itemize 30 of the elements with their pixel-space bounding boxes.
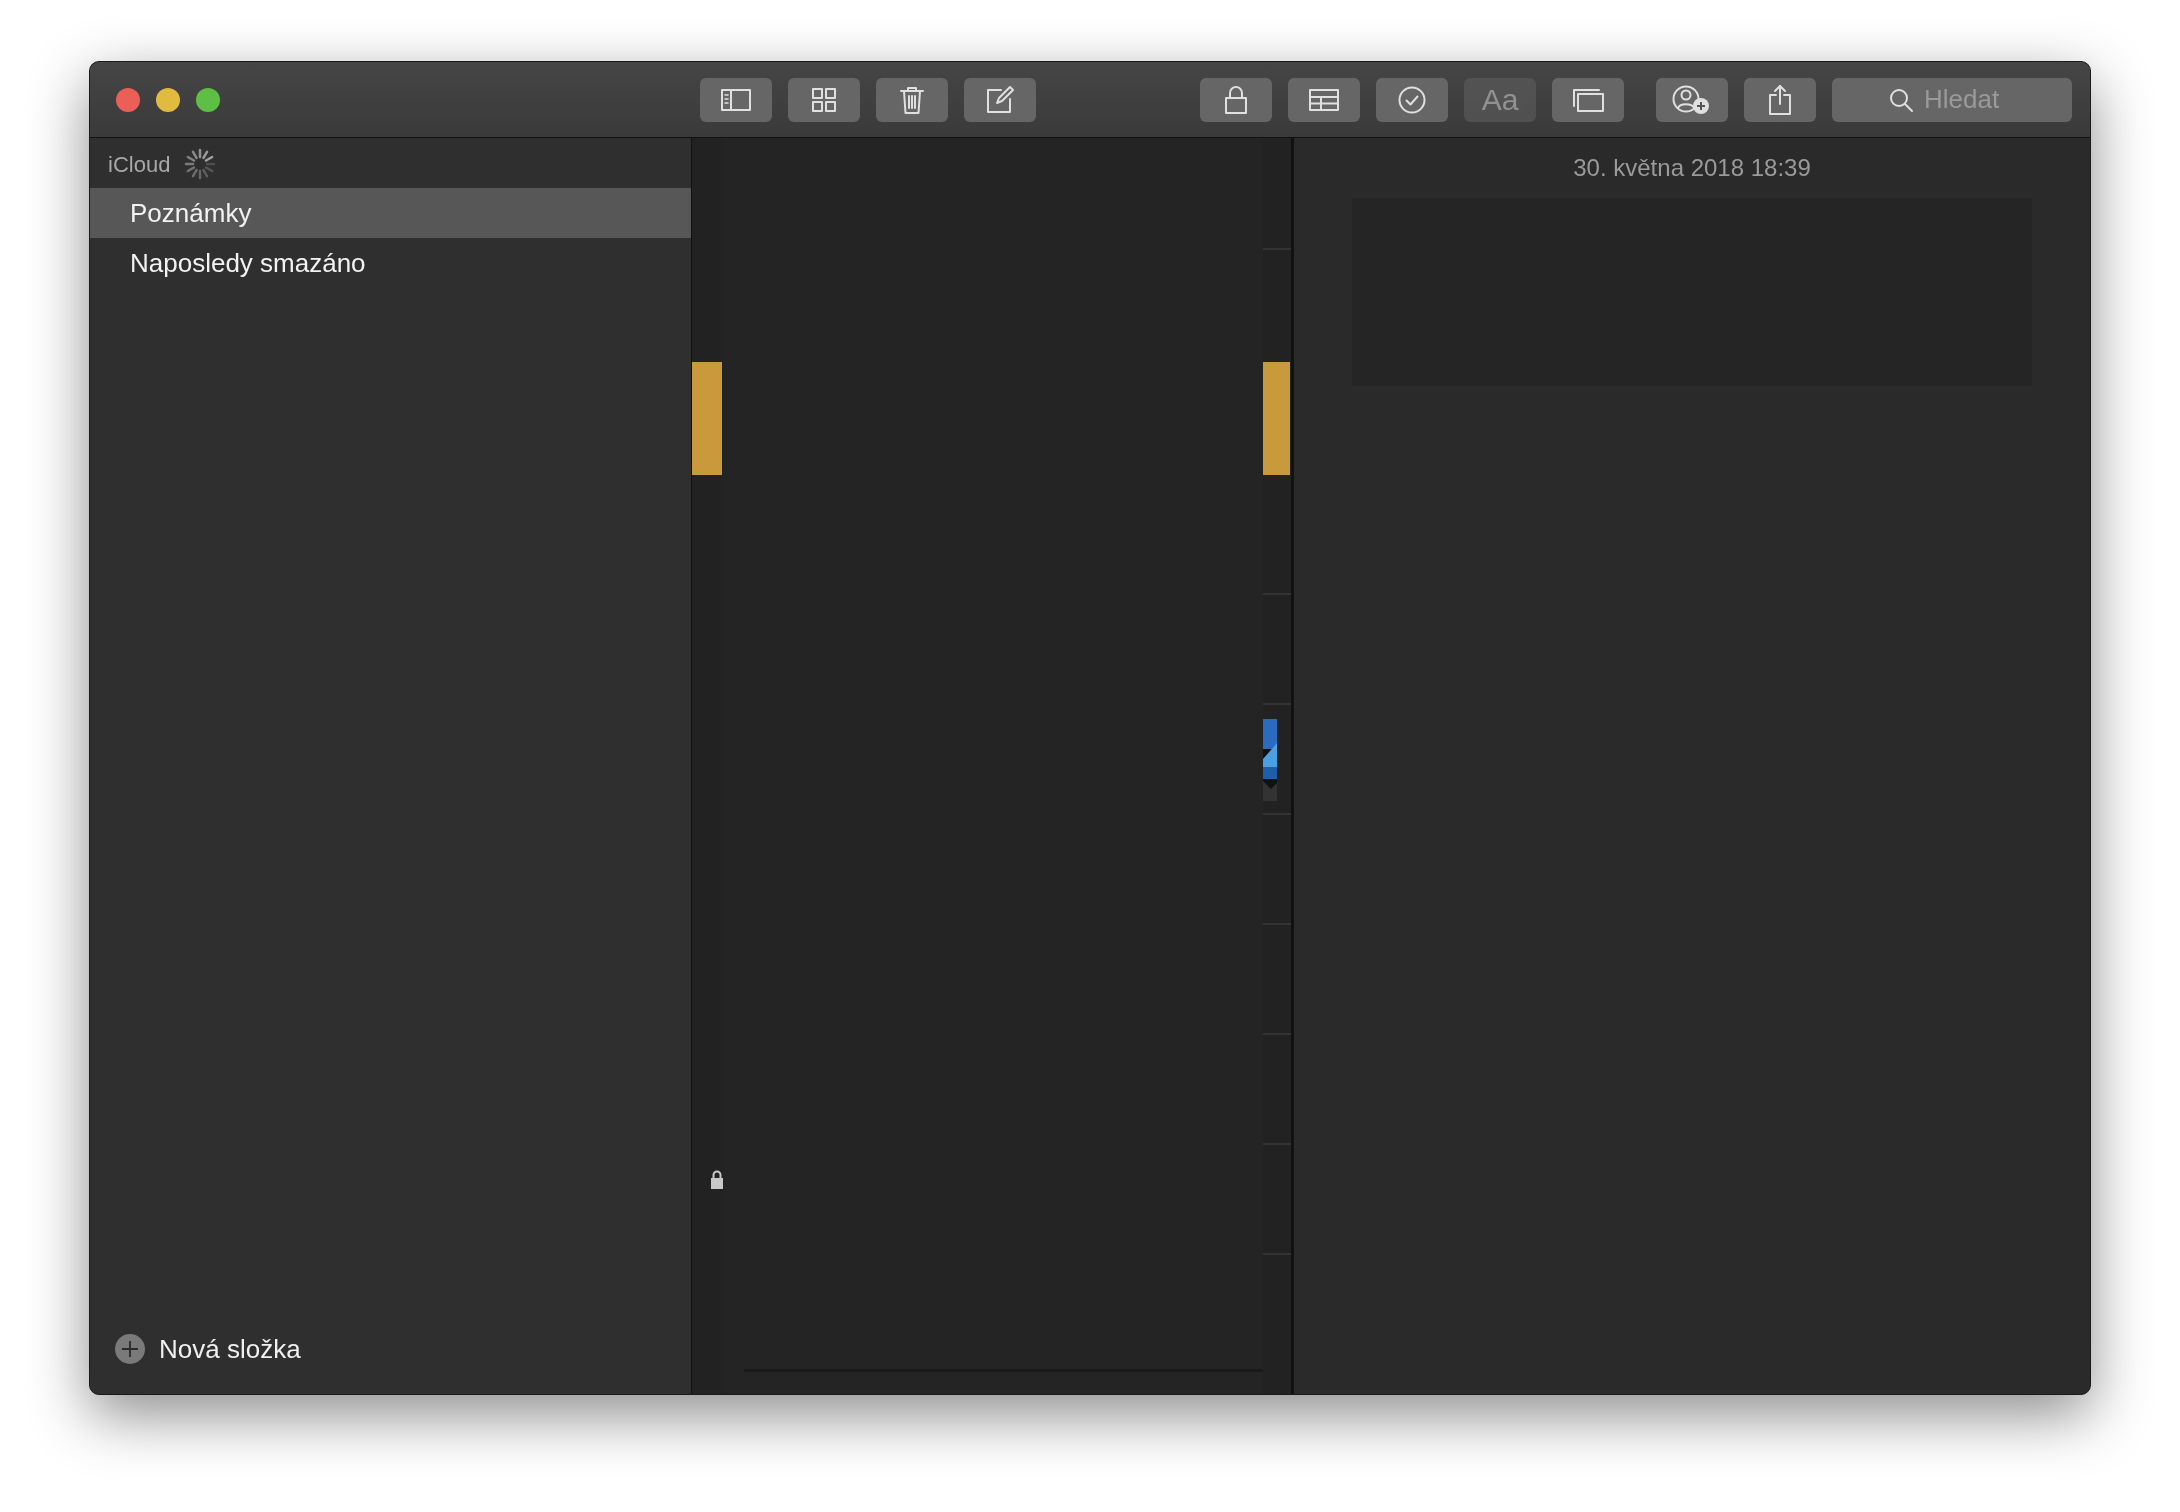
- windows-icon: [1571, 86, 1605, 113]
- checkmark-circle-icon: [1397, 84, 1427, 115]
- new-folder-button[interactable]: Nová složka: [90, 1329, 691, 1369]
- trash-button[interactable]: [876, 77, 948, 122]
- media-button[interactable]: [1552, 77, 1624, 122]
- compose-button[interactable]: [964, 77, 1036, 122]
- table-icon: [1308, 87, 1340, 112]
- note-date: 30. května 2018 18:39: [1573, 153, 1811, 183]
- sidebar-button[interactable]: [700, 77, 772, 122]
- folder-item[interactable]: Poznámky: [90, 188, 691, 238]
- collaborate-button[interactable]: [1656, 77, 1728, 122]
- gallery-button[interactable]: [788, 77, 860, 122]
- folder-item[interactable]: Naposledy smazáno: [90, 238, 691, 288]
- lock-button[interactable]: [1200, 77, 1272, 122]
- lock-icon: [710, 1170, 724, 1189]
- account-name: iCloud: [108, 150, 171, 179]
- grid-icon: [811, 86, 837, 113]
- compose-icon: [985, 84, 1015, 115]
- search-icon: [1888, 86, 1914, 113]
- trash-icon: [899, 84, 925, 115]
- zoom-button[interactable]: [196, 87, 220, 112]
- checklist-button[interactable]: [1376, 77, 1448, 122]
- minimize-button[interactable]: [156, 87, 180, 112]
- table-button[interactable]: [1288, 77, 1360, 122]
- plus-circle-icon: [115, 1334, 145, 1364]
- share-icon: [1767, 83, 1793, 116]
- sidebar-icon: [720, 87, 752, 112]
- share-button[interactable]: [1744, 77, 1816, 122]
- lock-icon: [1224, 84, 1248, 115]
- close-button[interactable]: [116, 87, 140, 112]
